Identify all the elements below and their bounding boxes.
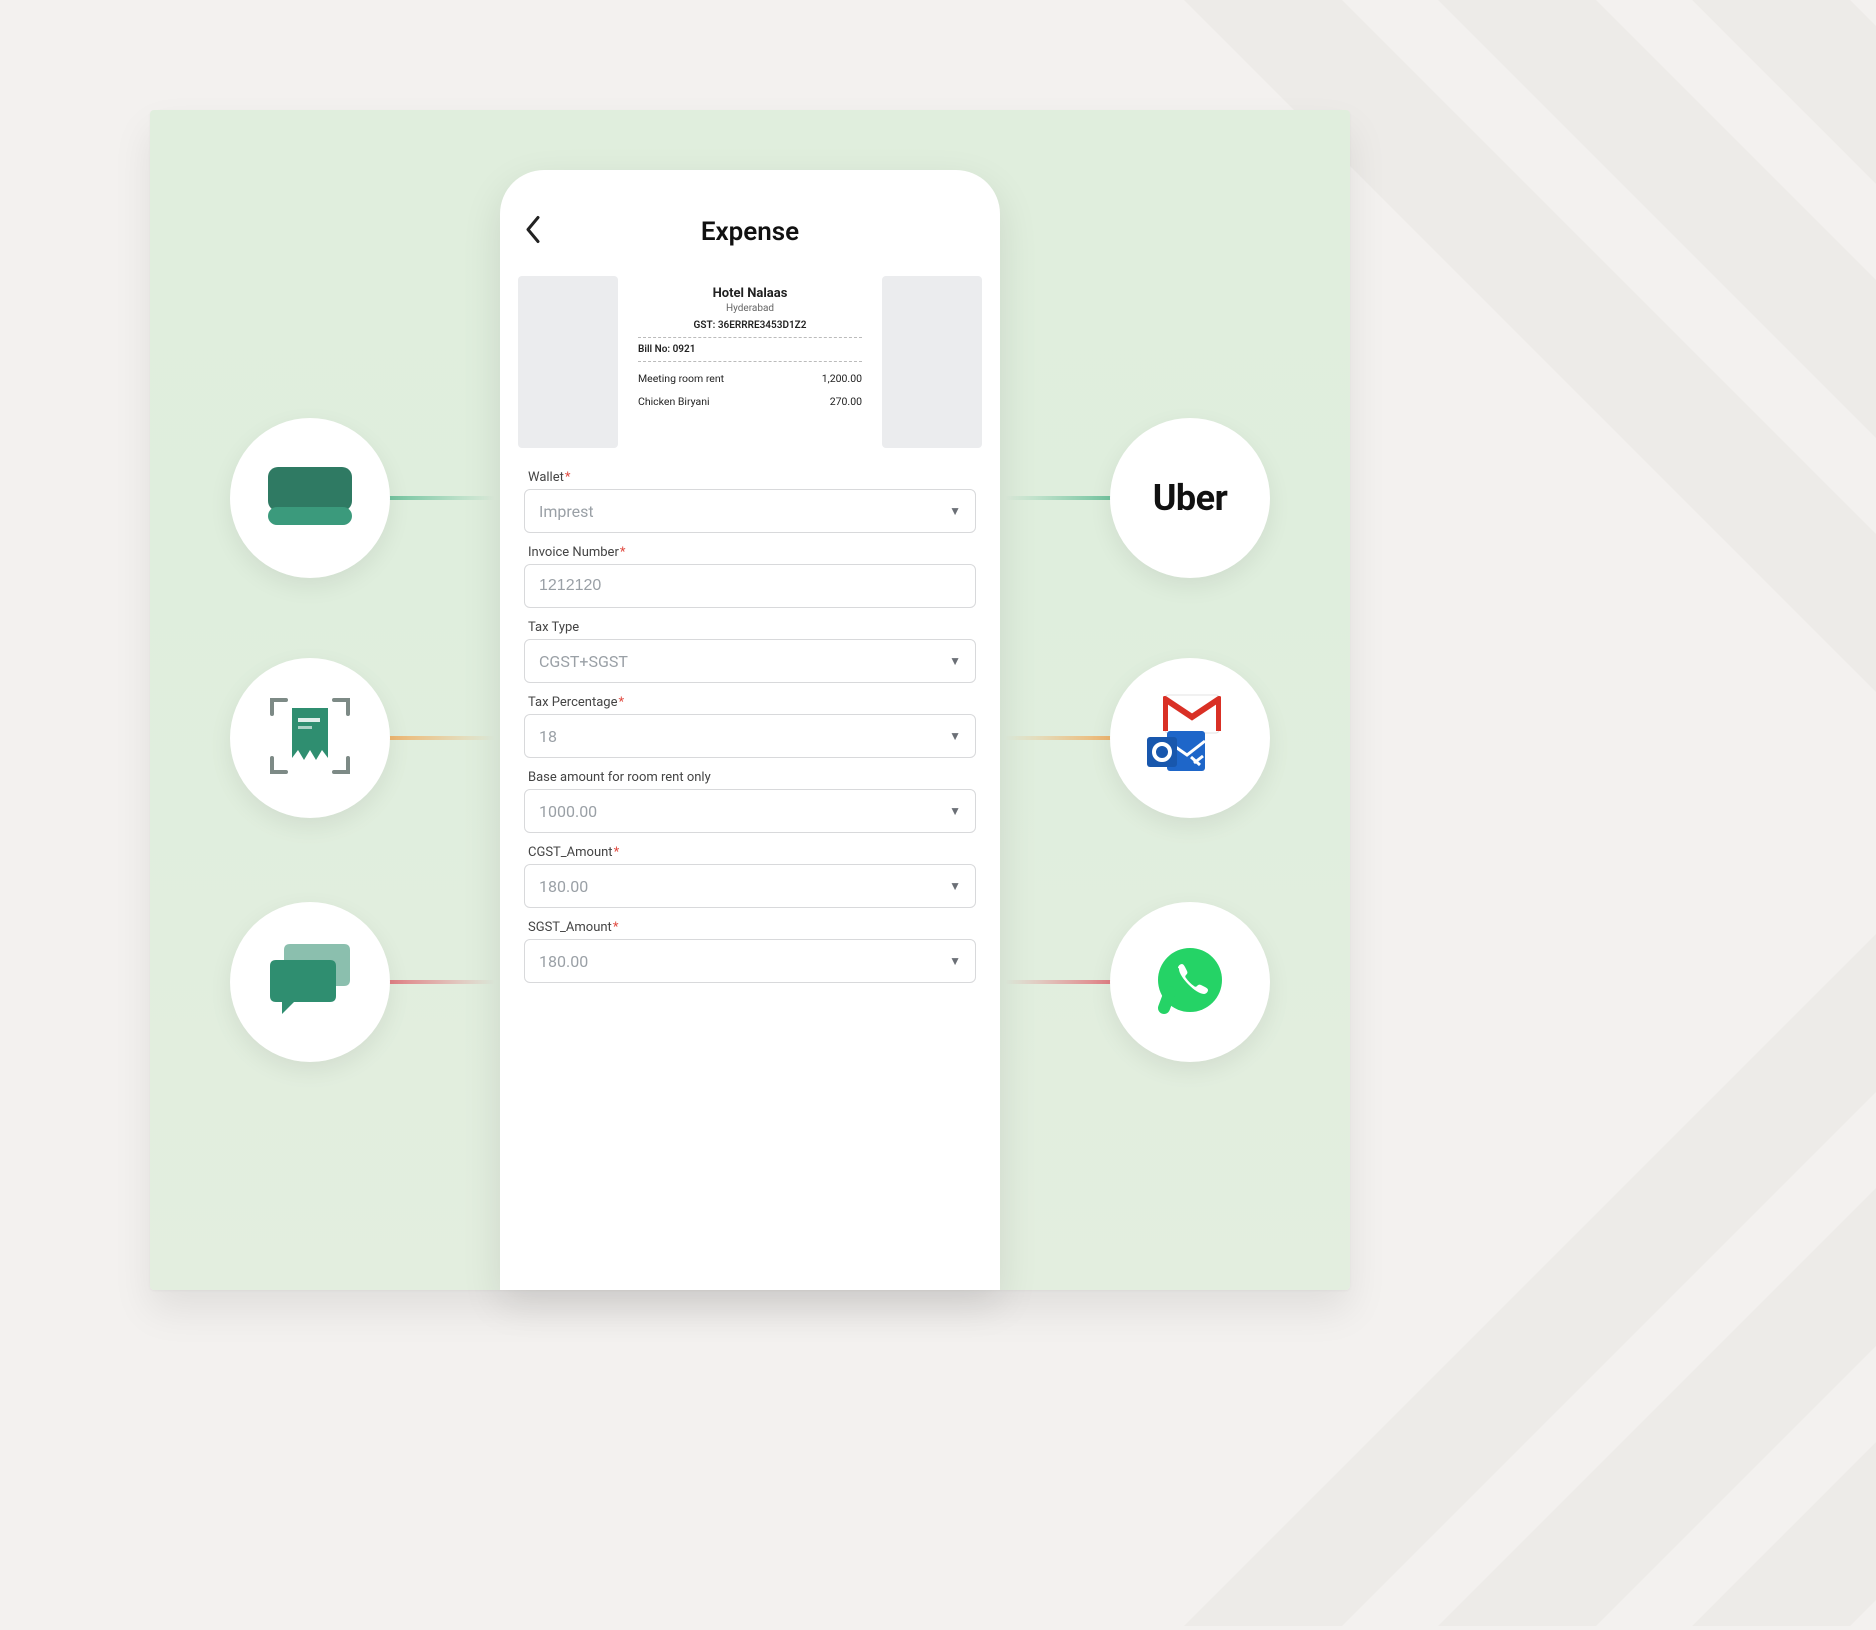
line-amount: 1,200.00 <box>822 372 862 385</box>
sgst-select[interactable]: 180.00 ▼ <box>524 939 976 983</box>
integration-uber: Uber <box>1110 418 1270 578</box>
outlook-icon <box>1145 727 1209 783</box>
line-name: Meeting room rent <box>638 372 724 385</box>
line-amount: 270.00 <box>830 395 862 408</box>
receipt-line-item: Chicken Biryani 270.00 <box>638 395 862 408</box>
phone-mockup: Expense Hotel Nalaas Hyderabad GST: 36ER… <box>500 170 1000 1290</box>
chevron-down-icon: ▼ <box>949 804 961 818</box>
wallet-label: Wallet <box>528 470 976 485</box>
invoice-label: Invoice Number <box>528 545 976 560</box>
receipt-card[interactable]: Hotel Nalaas Hyderabad GST: 36ERRRE3453D… <box>626 276 874 448</box>
invoice-input[interactable] <box>539 577 937 595</box>
screen-title: Expense <box>701 217 799 247</box>
receipt-next-placeholder[interactable] <box>882 276 982 448</box>
wallet-field: Wallet Imprest ▼ <box>524 470 976 533</box>
tax-type-select[interactable]: CGST+SGST ▼ <box>524 639 976 683</box>
cgst-label: CGST_Amount <box>528 845 976 860</box>
chat-icon <box>262 938 358 1026</box>
tax-type-field: Tax Type CGST+SGST ▼ <box>524 620 976 683</box>
hero-panel: Uber <box>150 110 1350 1290</box>
receipt-scan-icon <box>262 688 358 788</box>
tax-type-value: CGST+SGST <box>539 652 628 671</box>
sgst-field: SGST_Amount 180.00 ▼ <box>524 920 976 983</box>
cgst-select[interactable]: 180.00 ▼ <box>524 864 976 908</box>
base-amount-label: Base amount for room rent only <box>528 770 976 785</box>
tax-pct-value: 18 <box>539 727 557 746</box>
receipt-divider <box>638 361 862 362</box>
receipt-vendor: Hotel Nalaas <box>638 286 862 301</box>
tax-type-label: Tax Type <box>528 620 976 635</box>
receipt-carousel: Hotel Nalaas Hyderabad GST: 36ERRRE3453D… <box>518 276 982 448</box>
chevron-down-icon: ▼ <box>949 504 961 518</box>
invoice-field: Invoice Number <box>524 545 976 608</box>
sgst-label: SGST_Amount <box>528 920 976 935</box>
receipt-line-item: Meeting room rent 1,200.00 <box>638 372 862 385</box>
base-amount-value: 1000.00 <box>539 802 597 821</box>
chevron-down-icon: ▼ <box>949 954 961 968</box>
receipt-divider <box>638 337 862 338</box>
integration-mail <box>1110 658 1270 818</box>
chevron-down-icon: ▼ <box>949 654 961 668</box>
receipt-city: Hyderabad <box>638 303 862 314</box>
base-amount-field: Base amount for room rent only 1000.00 ▼ <box>524 770 976 833</box>
invoice-input-wrap[interactable] <box>524 564 976 608</box>
whatsapp-icon <box>1154 944 1226 1020</box>
back-button[interactable] <box>524 216 542 249</box>
wallet-select[interactable]: Imprest ▼ <box>524 489 976 533</box>
line-name: Chicken Biryani <box>638 395 710 408</box>
integration-card <box>230 418 390 578</box>
tax-pct-select[interactable]: 18 ▼ <box>524 714 976 758</box>
receipt-prev-placeholder[interactable] <box>518 276 618 448</box>
wallet-value: Imprest <box>539 502 594 521</box>
receipt-gst: GST: 36ERRRE3453D1Z2 <box>638 320 862 331</box>
cgst-field: CGST_Amount 180.00 ▼ <box>524 845 976 908</box>
credit-card-icon <box>268 467 352 529</box>
chevron-down-icon: ▼ <box>949 879 961 893</box>
phone-header: Expense <box>518 210 982 254</box>
integration-scan <box>230 658 390 818</box>
chevron-down-icon: ▼ <box>949 729 961 743</box>
integration-whatsapp <box>1110 902 1270 1062</box>
cgst-value: 180.00 <box>539 877 588 896</box>
tax-pct-label: Tax Percentage <box>528 695 976 710</box>
base-amount-select[interactable]: 1000.00 ▼ <box>524 789 976 833</box>
expense-form: Wallet Imprest ▼ Invoice Number Tax Type… <box>518 470 982 983</box>
uber-wordmark: Uber <box>1153 477 1228 519</box>
sgst-value: 180.00 <box>539 952 588 971</box>
integration-chat <box>230 902 390 1062</box>
tax-pct-field: Tax Percentage 18 ▼ <box>524 695 976 758</box>
receipt-bill-no: Bill No: 0921 <box>638 344 862 355</box>
